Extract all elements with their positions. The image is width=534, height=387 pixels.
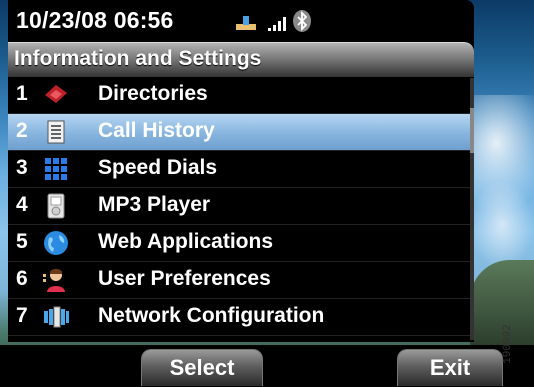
directory-book-icon [45,85,67,103]
scrollbar[interactable] [470,78,474,340]
item-label: Call History [98,119,215,142]
mp3-player-icon [47,193,65,219]
title-bar: Information and Settings [8,42,474,77]
menu-item-web-applications[interactable]: 5 Web Applications [8,225,474,262]
item-number: 3 [16,156,28,179]
settings-menu: 1 Directories 2 Call History 3 Speed Dia… [8,77,474,342]
figure-serial: 190092 [502,312,532,382]
line-status-icon [236,16,256,30]
item-number: 7 [16,304,28,327]
user-icon [43,269,65,292]
item-number: 4 [16,193,28,216]
globe-icon [44,231,68,255]
item-number: 5 [16,230,28,253]
menu-item-user-preferences[interactable]: 6 User Preferences [8,262,474,299]
date-time: 10/23/08 06:56 [16,7,174,33]
menu-item-mp3-player[interactable]: 4 MP3 Player [8,188,474,225]
select-label: Select [169,355,235,380]
item-label: User Preferences [98,267,271,290]
status-bar: 10/23/08 06:56 [8,0,474,40]
phone-screen: 10/23/08 06:56 Information and Settings … [0,0,534,387]
speed-dial-grid-icon [45,158,67,180]
item-label: Web Applications [98,230,274,253]
network-icon [44,306,69,328]
exit-label: Exit [429,355,471,380]
call-history-icon [47,120,65,144]
page-title: Information and Settings [14,47,262,70]
item-label: Network Configuration [98,304,325,327]
menu-item-directories[interactable]: 1 Directories [8,77,474,114]
softkey-bar: Select Exit [0,345,534,387]
menu-item-speed-dials[interactable]: 3 Speed Dials [8,151,474,188]
scroll-thumb[interactable] [470,108,474,153]
wallpaper-cloud [470,180,534,270]
bluetooth-icon [293,10,311,32]
serial-number: 190092 [501,324,514,364]
item-label: Directories [98,82,208,105]
item-label: MP3 Player [98,193,211,216]
menu-item-call-history[interactable]: 2 Call History [8,114,474,151]
exit-softkey[interactable]: Exit [397,349,503,386]
select-softkey[interactable]: Select [141,349,263,386]
item-number: 2 [16,119,28,142]
item-label: Speed Dials [98,156,218,179]
item-number: 6 [16,267,28,290]
menu-panel: Information and Settings 1 Directories 2 [8,40,474,342]
signal-strength-icon [268,17,286,31]
item-number: 1 [16,82,28,105]
menu-item-network-configuration[interactable]: 7 Network Configuration [8,299,474,336]
